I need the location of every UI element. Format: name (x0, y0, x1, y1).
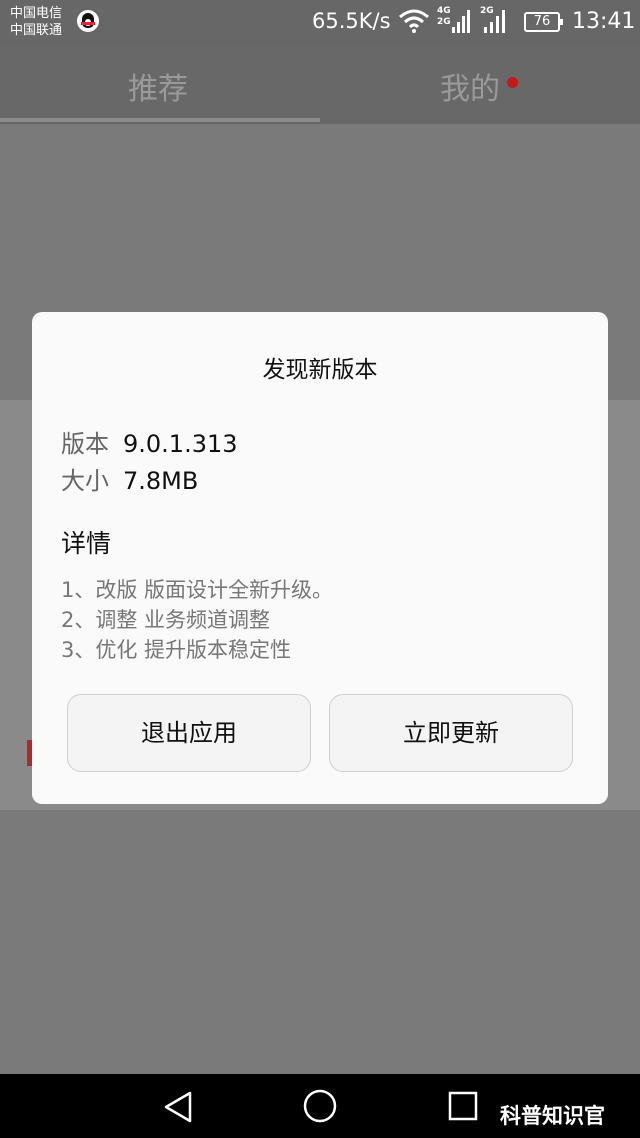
size-value: 7.8MB (123, 467, 199, 495)
signal-bars-icon (452, 10, 470, 33)
signal-bars-icon (484, 10, 505, 33)
carrier-1: 中国电信 (10, 6, 63, 21)
network-speed: 65.5K/s (312, 9, 391, 33)
dialog-title: 发现新版本 (262, 357, 378, 383)
battery-icon: 76 (524, 12, 563, 32)
update-dialog: 发现新版本 版本 9.0.1.313 大小 7.8MB 详情 1、改版 版面设计全新… (32, 312, 608, 804)
notification-badge (507, 77, 518, 88)
size-row: 大小 7.8MB (61, 461, 198, 496)
tab-indicator (0, 118, 320, 122)
carrier-2: 中国联通 (10, 23, 63, 38)
details-heading: 详情 (61, 529, 112, 558)
change-item: 1、改版 版面设计全新升级。 (61, 578, 334, 602)
update-now-button[interactable]: 立即更新 (329, 694, 573, 772)
home-icon[interactable] (303, 1089, 337, 1123)
version-row: 版本 9.0.1.313 (61, 424, 238, 459)
version-label: 版本 (61, 430, 109, 458)
exit-app-button[interactable]: 退出应用 (67, 694, 311, 772)
tab-mine[interactable]: 我的 (440, 64, 500, 108)
qq-penguin-icon (77, 10, 99, 32)
change-item: 2、调整 业务频道调整 (61, 608, 271, 632)
carrier-names: 中国电信 中国联通 (10, 5, 62, 39)
clock: 13:41 (572, 9, 636, 34)
wifi-icon (399, 9, 429, 33)
back-icon[interactable] (162, 1090, 194, 1124)
change-item: 3、优化 提升版本稳定性 (61, 638, 292, 662)
network-type-1: 4G 2G (437, 6, 451, 27)
version-value: 9.0.1.313 (123, 430, 238, 458)
tab-bar: 推荐 我的 (0, 44, 640, 124)
tab-recommend[interactable]: 推荐 (128, 64, 188, 108)
size-label: 大小 (61, 467, 109, 495)
recent-apps-icon[interactable] (448, 1091, 478, 1121)
status-bar: 中国电信 中国联通 65.5K/s 4G 2G 2G 76 13:41 (0, 0, 640, 44)
watermark: 科普知识官 (500, 1104, 605, 1128)
